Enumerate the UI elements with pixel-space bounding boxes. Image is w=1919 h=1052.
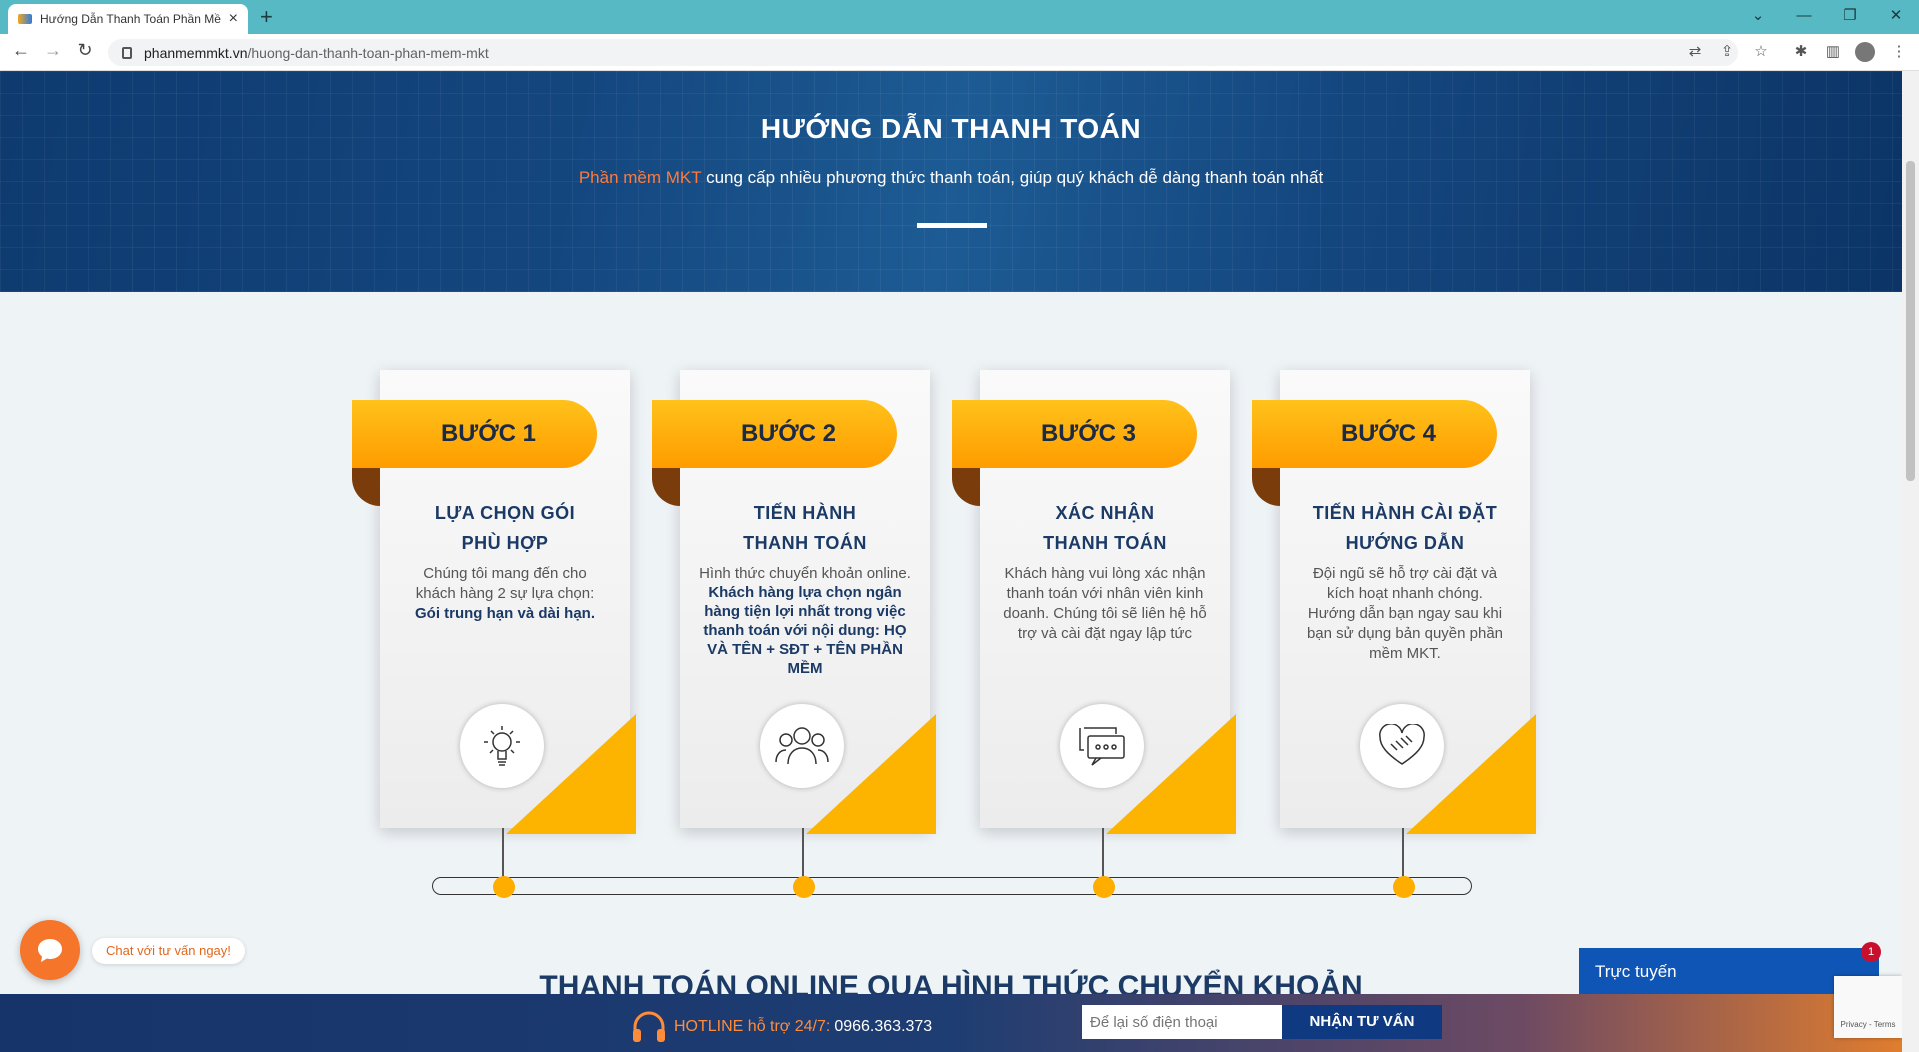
headphones-icon	[633, 1011, 665, 1042]
ribbon-fold	[352, 468, 380, 506]
url-path: /huong-dan-thanh-toan-phan-mem-mkt	[247, 44, 489, 61]
recaptcha-badge[interactable]: Privacy - Terms	[1834, 976, 1902, 1038]
step-card-3: BƯỚC 3 XÁC NHẬN THANH TOÁN Khách hàng vui…	[952, 370, 1236, 834]
bookmark-star-icon[interactable]: ☆	[1751, 42, 1771, 62]
step-title-line2: THANH TOÁN	[743, 533, 867, 553]
step-desc-bold: Gói trung hạn và dài hạn.	[414, 605, 595, 622]
url-domain: phanmemmkt.vn	[144, 44, 248, 61]
people-icon	[760, 704, 844, 788]
timeline-stem	[1102, 828, 1104, 883]
step-desc-text: Khách hàng vui lòng xác nhận thanh toán …	[1003, 565, 1207, 642]
handshake-icon	[1360, 704, 1444, 788]
chat-bubbles-icon	[1060, 704, 1144, 788]
step-title: TIẾN HÀNH CÀI ĐẶT HƯỚNG DẪN	[1290, 498, 1520, 558]
ribbon-fold	[1252, 468, 1280, 506]
menu-dots-icon[interactable]: ⋮	[1889, 42, 1909, 62]
translate-icon[interactable]: ⇄	[1685, 42, 1705, 62]
consult-button[interactable]: NHẬN TƯ VẤN	[1282, 1005, 1442, 1039]
phone-input[interactable]	[1082, 1005, 1282, 1039]
favicon-icon	[18, 14, 32, 24]
tab-search-icon[interactable]: ⌄	[1735, 0, 1781, 30]
ribbon-fold	[652, 468, 680, 506]
step-title: TIẾN HÀNH THANH TOÁN	[690, 498, 920, 558]
timeline-dot	[1093, 876, 1115, 898]
lightbulb-icon	[460, 704, 544, 788]
hero-subtitle: Phần mềm MKT cung cấp nhiều phương thức …	[0, 168, 1902, 188]
live-chat-label: Trực tuyến	[1595, 962, 1677, 981]
share-icon[interactable]: ⇪	[1717, 42, 1737, 62]
step-title-line2: HƯỚNG DẪN	[1345, 533, 1465, 553]
extensions-icon[interactable]: ✱	[1791, 42, 1811, 62]
step-description: Chúng tôi mang đến cho khách hàng 2 sự l…	[402, 564, 608, 624]
hero-subtitle-brand: Phần mềm MKT	[578, 168, 702, 187]
step-title-line2: PHÙ HỢP	[461, 533, 549, 553]
step-title: XÁC NHẬN THANH TOÁN	[990, 498, 1220, 558]
hotline-number[interactable]: 0966.363.373	[834, 1018, 932, 1036]
hero-banner: HƯỚNG DẪN THANH TOÁN Phần mềm MKT cung c…	[0, 71, 1902, 292]
step-card-2: BƯỚC 2 TIẾN HÀNH THANH TOÁN Hình thức chu…	[652, 370, 936, 834]
timeline-dot	[793, 876, 815, 898]
step-desc-bold: Khách hàng lựa chọn ngân hàng tiện lợi n…	[703, 584, 907, 677]
forward-icon[interactable]: →	[40, 40, 66, 61]
chat-prompt-label[interactable]: Chat với tư vấn ngay!	[92, 938, 245, 964]
step-description: Đội ngũ sẽ hỗ trợ cài đặt và kích hoạt n…	[1302, 564, 1508, 664]
step-label: BƯỚC 2	[652, 400, 897, 468]
hero-subtitle-text: cung cấp nhiều phương thức thanh toán, g…	[701, 168, 1324, 187]
step-card-1: BƯỚC 1 LỰA CHỌN GÓI PHÙ HỢP Chúng tôi man…	[352, 370, 636, 834]
step-desc-text: Hình thức chuyển khoản online.	[699, 565, 911, 582]
browser-tab[interactable]: Hướng Dẫn Thanh Toán Phần Mề ×	[8, 4, 248, 34]
hotline[interactable]: HOTLINE hỗ trợ 24/7: 0966.363.373	[630, 1010, 932, 1044]
step-label: BƯỚC 1	[352, 400, 597, 468]
ribbon-fold	[952, 468, 980, 506]
tab-bar: Hướng Dẫn Thanh Toán Phần Mề × + ⌄ — ❐ ✕	[0, 0, 1919, 34]
scrollbar-thumb[interactable]	[1906, 161, 1915, 481]
timeline-stem	[502, 828, 504, 883]
title-divider	[917, 223, 987, 228]
step-title-line1: XÁC NHẬN	[1055, 503, 1155, 523]
step-description: Hình thức chuyển khoản online. Khách hàn…	[694, 564, 916, 678]
step-desc-text: Chúng tôi mang đến cho khách hàng 2 sự l…	[415, 565, 595, 602]
step-description: Khách hàng vui lòng xác nhận thanh toán …	[1002, 564, 1208, 644]
step-label: BƯỚC 3	[952, 400, 1197, 468]
address-bar-row: ← → ↻ phanmemmkt.vn/huong-dan-thanh-toan…	[0, 34, 1919, 71]
recaptcha-text[interactable]: Privacy - Terms	[1841, 1020, 1896, 1029]
chat-icon	[38, 939, 62, 962]
close-window-icon[interactable]: ✕	[1873, 0, 1919, 30]
timeline-dot	[493, 876, 515, 898]
step-title-line1: LỰA CHỌN GÓI	[434, 503, 576, 523]
restore-icon[interactable]: ❐	[1827, 0, 1873, 30]
sidepanel-icon[interactable]: ▥	[1823, 42, 1843, 62]
step-title-line1: TIẾN HÀNH CÀI ĐẶT	[1312, 503, 1498, 523]
url-field[interactable]: phanmemmkt.vn/huong-dan-thanh-toan-phan-…	[108, 39, 1738, 66]
page-title: HƯỚNG DẪN THANH TOÁN	[760, 113, 1142, 144]
minimize-icon[interactable]: —	[1781, 0, 1827, 30]
page-scrollbar[interactable]	[1902, 71, 1919, 1052]
step-title: LỰA CHỌN GÓI PHÙ HỢP	[390, 498, 620, 558]
notification-badge: 1	[1861, 942, 1881, 962]
timeline-track	[432, 877, 1472, 895]
step-title-line1: TIẾN HÀNH	[753, 503, 857, 523]
lock-icon	[122, 46, 132, 59]
step-label: BƯỚC 4	[1252, 400, 1497, 468]
close-tab-icon[interactable]: ×	[229, 10, 238, 28]
profile-avatar[interactable]	[1855, 42, 1875, 62]
timeline-dot	[1393, 876, 1415, 898]
sticky-footer: HOTLINE hỗ trợ 24/7:0966.363.373 NHẬN TƯ…	[0, 994, 1902, 1052]
timeline-stem	[802, 828, 804, 883]
tab-title: Hướng Dẫn Thanh Toán Phần Mề	[40, 12, 221, 26]
step-card-4: BƯỚC 4 TIẾN HÀNH CÀI ĐẶT HƯỚNG DẪN Đội ng…	[1252, 370, 1536, 834]
step-desc-text: Đội ngũ sẽ hỗ trợ cài đặt và kích hoạt n…	[1306, 565, 1504, 662]
hotline-label: HOTLINE hỗ trợ 24/7:	[674, 1018, 831, 1035]
step-title-line2: THANH TOÁN	[1043, 533, 1167, 553]
back-icon[interactable]: ←	[8, 40, 34, 61]
new-tab-button[interactable]: +	[260, 4, 273, 30]
reload-icon[interactable]: ↻	[72, 40, 98, 61]
timeline-stem	[1402, 828, 1404, 883]
